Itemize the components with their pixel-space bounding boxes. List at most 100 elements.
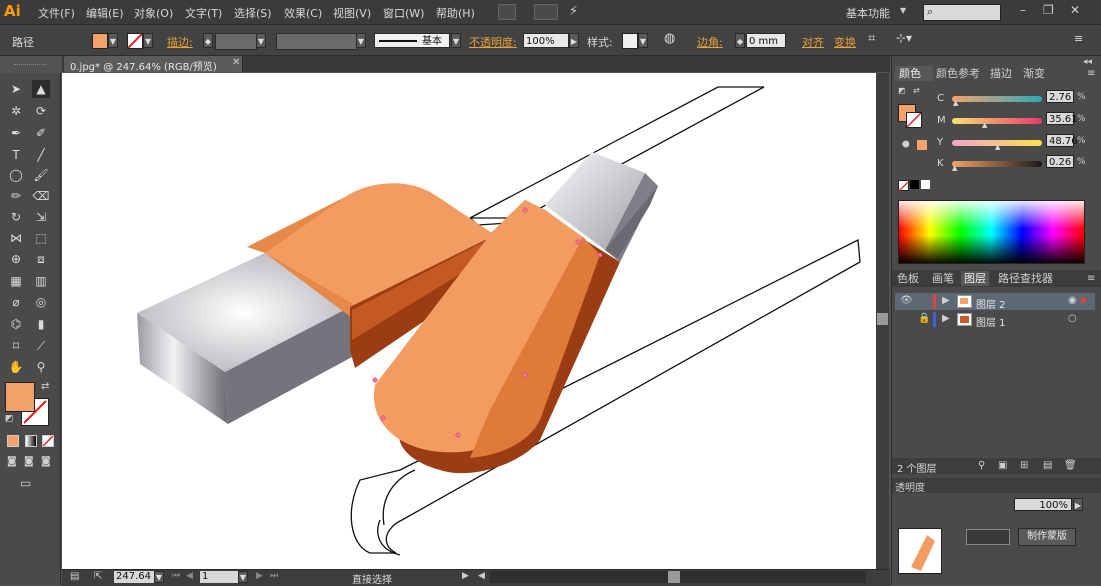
- status-menu-icon[interactable]: ▶: [462, 571, 469, 581]
- slice-tool-icon[interactable]: ⟋: [32, 337, 50, 355]
- graphic-style-dropdown[interactable]: ▼: [638, 33, 648, 48]
- tab-gradient[interactable]: 渐变: [1023, 66, 1045, 81]
- selection-tool-icon[interactable]: ➤: [7, 80, 25, 98]
- color-spectrum[interactable]: [898, 200, 1085, 264]
- vertical-scroll-thumb[interactable]: [877, 313, 888, 325]
- color-panel-stroke[interactable]: [906, 112, 922, 128]
- opacity-field[interactable]: 100%: [523, 33, 569, 48]
- fill-dropdown[interactable]: ▼: [108, 33, 118, 48]
- menu-edit[interactable]: 编辑(E): [86, 5, 124, 21]
- artboard-canvas[interactable]: [62, 73, 876, 569]
- expand-triangle-icon[interactable]: ▶: [942, 313, 950, 324]
- eye-icon[interactable]: 👁: [900, 295, 913, 306]
- stroke-weight-field[interactable]: [215, 33, 257, 50]
- layer-name[interactable]: 图层 2: [976, 296, 1006, 311]
- tools-panel-grip[interactable]: [14, 64, 46, 69]
- target-icon[interactable]: ○: [1068, 313, 1077, 324]
- color-mode-icon[interactable]: [7, 435, 19, 447]
- lasso-tool-icon[interactable]: ⟳: [32, 102, 50, 120]
- expand-triangle-icon[interactable]: ▶: [942, 295, 950, 306]
- transform-link[interactable]: 变换: [834, 34, 856, 50]
- lock-icon[interactable]: 🔒: [918, 313, 930, 324]
- graphic-style-swatch[interactable]: [622, 33, 638, 49]
- panel-menu-icon[interactable]: ≡: [1087, 273, 1095, 284]
- stroke-weight-dropdown[interactable]: ▼: [256, 33, 266, 48]
- cyan-slider[interactable]: [952, 96, 1042, 102]
- draw-behind-icon[interactable]: ◙: [24, 456, 34, 467]
- menu-effect[interactable]: 效果(C): [284, 5, 322, 21]
- stroke-swatch[interactable]: [127, 33, 143, 49]
- artboard-dropdown[interactable]: ▼: [238, 571, 248, 583]
- artboard-tool-icon[interactable]: ⌑: [7, 337, 25, 355]
- blend-tool-icon[interactable]: ◎: [32, 293, 50, 311]
- scale-tool-icon[interactable]: ⇲: [32, 208, 50, 226]
- fill-swatch[interactable]: [92, 33, 108, 49]
- next-artboard-icon[interactable]: ▶: [256, 571, 263, 581]
- black-swatch[interactable]: [910, 180, 919, 189]
- gpu-performance-icon[interactable]: ⚡: [569, 4, 578, 19]
- shape-builder-tool-icon[interactable]: ⊕: [7, 250, 25, 268]
- workspace-switcher[interactable]: 基本功能: [846, 5, 890, 21]
- menu-file[interactable]: 文件(F): [38, 5, 75, 21]
- visibility-toggle[interactable]: [900, 311, 910, 326]
- horizontal-scroll-thumb[interactable]: [668, 571, 680, 583]
- fill-color-box[interactable]: [5, 382, 35, 412]
- minimize-icon[interactable]: –: [1020, 3, 1026, 17]
- in-gamut-swatch[interactable]: [917, 140, 927, 150]
- panel-menu-icon[interactable]: ≡: [1087, 68, 1095, 79]
- magenta-slider-thumb[interactable]: ▲: [982, 121, 987, 129]
- brush-dropdown[interactable]: ▼: [451, 33, 461, 48]
- curvature-tool-icon[interactable]: ✐: [32, 124, 50, 142]
- width-profile-dropdown[interactable]: ▼: [356, 33, 366, 48]
- tab-swatches[interactable]: 色板: [897, 271, 919, 286]
- rotate-tool-icon[interactable]: ↻: [7, 208, 25, 226]
- stroke-dropdown[interactable]: ▼: [143, 33, 153, 48]
- tab-stroke[interactable]: 描边: [990, 66, 1012, 81]
- isolate-object-icon[interactable]: ⌗: [868, 31, 875, 46]
- eyedropper-tool-icon[interactable]: ⌀: [7, 293, 25, 311]
- artboard-number-field[interactable]: 1: [200, 571, 238, 583]
- last-artboard-icon[interactable]: ⏭: [270, 571, 278, 581]
- control-panel-menu-icon[interactable]: ≡: [1074, 32, 1083, 45]
- mask-thumbnail-slot[interactable]: [966, 529, 1010, 545]
- free-transform-tool-icon[interactable]: ⬚: [32, 229, 50, 247]
- cyan-value[interactable]: 2.76: [1046, 90, 1074, 103]
- none-swatch[interactable]: [898, 180, 909, 192]
- type-tool-icon[interactable]: T: [7, 146, 25, 164]
- default-colors-icon[interactable]: ◩: [5, 414, 14, 424]
- line-tool-icon[interactable]: ╱: [32, 146, 50, 164]
- stroke-label[interactable]: 描边:: [167, 34, 193, 50]
- black-value[interactable]: 0.26: [1046, 155, 1074, 168]
- make-mask-button[interactable]: 制作蒙版: [1018, 528, 1076, 546]
- column-graph-tool-icon[interactable]: ▮: [32, 315, 50, 333]
- magenta-slider[interactable]: [952, 118, 1042, 124]
- gradient-mode-icon[interactable]: [25, 435, 37, 447]
- selection-indicator[interactable]: [1081, 298, 1086, 303]
- swap-colors-icon[interactable]: ⇄: [41, 381, 49, 392]
- restore-icon[interactable]: ❐: [1043, 3, 1054, 17]
- collapse-panels-icon[interactable]: ◂◂: [1083, 57, 1092, 67]
- magenta-value[interactable]: 35.61: [1046, 112, 1078, 125]
- white-swatch[interactable]: [921, 180, 930, 189]
- zoom-dropdown[interactable]: ▼: [154, 571, 164, 583]
- previous-artboard-icon[interactable]: ◀: [186, 571, 193, 581]
- swap-colors-icon[interactable]: ⇄: [913, 86, 920, 95]
- pen-tool-icon[interactable]: ✒: [7, 124, 25, 142]
- locate-object-icon[interactable]: ⚲: [978, 460, 985, 471]
- search-input[interactable]: [923, 4, 1001, 21]
- pencil-tool-icon[interactable]: ✏: [7, 187, 25, 205]
- menu-window[interactable]: 窗口(W): [383, 5, 424, 21]
- draw-normal-icon[interactable]: ◙: [7, 456, 17, 467]
- stroke-weight-stepper[interactable]: ◆: [203, 33, 213, 48]
- tab-brushes[interactable]: 画笔: [932, 271, 954, 286]
- black-slider-thumb[interactable]: ▲: [952, 164, 957, 172]
- yellow-slider-thumb[interactable]: ▲: [995, 143, 1000, 151]
- direct-selection-tool-icon[interactable]: ▲: [32, 80, 50, 98]
- menu-view[interactable]: 视图(V): [333, 5, 371, 21]
- bridge-button[interactable]: [498, 4, 516, 20]
- brush-definition[interactable]: 基本: [374, 33, 450, 48]
- zoom-field[interactable]: 247.64: [114, 571, 154, 583]
- yellow-value[interactable]: 48.76: [1046, 134, 1078, 147]
- tab-pathfinder[interactable]: 路径查找器: [998, 271, 1053, 286]
- menu-select[interactable]: 选择(S): [234, 5, 272, 21]
